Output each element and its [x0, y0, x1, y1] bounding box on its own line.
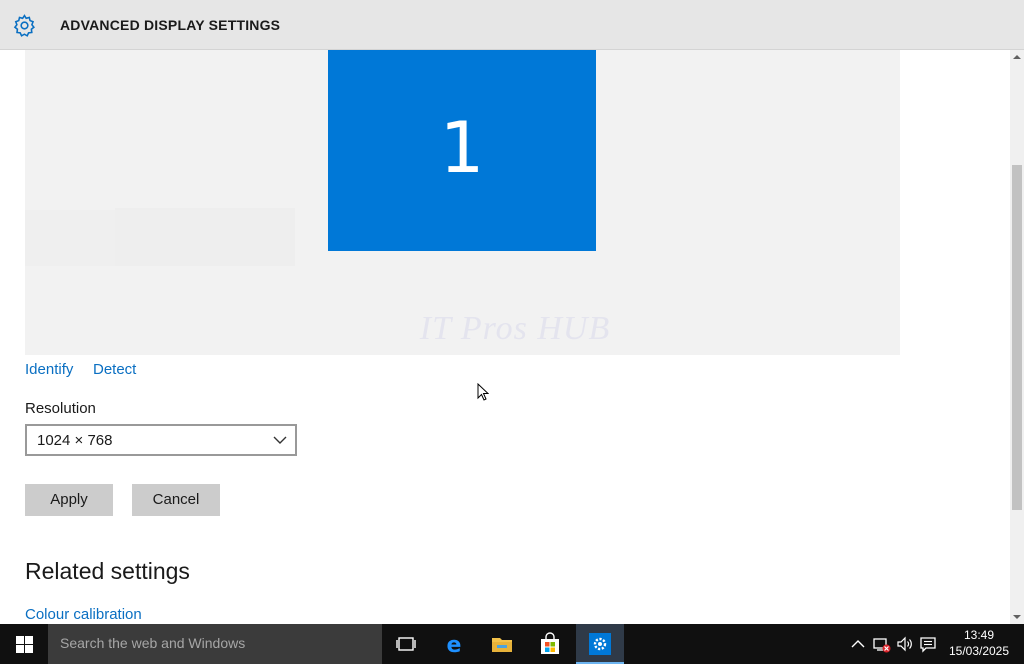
edge-icon: e	[447, 633, 462, 656]
start-button[interactable]	[0, 624, 48, 664]
mouse-pointer-icon	[477, 383, 489, 401]
clock[interactable]: 13:49 15/03/2025	[944, 627, 1014, 659]
file-explorer-icon	[492, 638, 512, 652]
colour-calibration-link[interactable]: Colour calibration	[25, 606, 142, 623]
preview-shade	[25, 210, 115, 266]
settings-taskbar-button[interactable]	[576, 624, 624, 664]
task-view-button[interactable]	[382, 624, 430, 664]
resolution-value: 1024 × 768	[37, 432, 113, 449]
network-disconnected-icon[interactable]	[872, 634, 892, 654]
clock-time: 13:49	[963, 628, 995, 642]
vertical-scrollbar[interactable]	[1010, 50, 1024, 624]
taskbar: Search the web and Windows e 13:49 15/03…	[0, 624, 1024, 664]
scrollbar-thumb[interactable]	[1012, 165, 1022, 510]
search-placeholder: Search the web and Windows	[60, 635, 246, 651]
edge-button[interactable]: e	[430, 624, 478, 664]
identify-link[interactable]: Identify	[25, 361, 73, 378]
task-view-icon	[396, 637, 416, 651]
svg-text:e: e	[447, 633, 462, 656]
watermark: IT Pros HUB	[419, 310, 611, 347]
chevron-up-icon[interactable]	[848, 634, 868, 654]
preview-shade	[115, 208, 295, 266]
cancel-button[interactable]: Cancel	[132, 484, 220, 516]
store-icon	[541, 632, 559, 654]
windows-logo-icon	[16, 636, 33, 653]
scroll-up-icon[interactable]	[1010, 50, 1024, 64]
detect-link[interactable]: Detect	[93, 361, 136, 378]
store-button[interactable]	[526, 624, 574, 664]
apply-button[interactable]: Apply	[25, 484, 113, 516]
monitor-number: 1	[439, 107, 485, 189]
monitor-1-tile[interactable]: 1	[328, 50, 596, 251]
file-explorer-button[interactable]	[478, 624, 526, 664]
display-preview: 1 IT Pros HUB	[25, 50, 900, 355]
volume-icon[interactable]	[895, 634, 915, 654]
chevron-down-icon	[273, 436, 287, 444]
taskbar-search-box[interactable]: Search the web and Windows	[48, 624, 382, 664]
resolution-label: Resolution	[25, 400, 96, 417]
title-bar: ADVANCED DISPLAY SETTINGS	[0, 0, 1024, 50]
related-settings-heading: Related settings	[25, 558, 190, 584]
window-title: ADVANCED DISPLAY SETTINGS	[60, 17, 281, 33]
settings-icon	[589, 633, 611, 655]
scroll-down-icon[interactable]	[1010, 610, 1024, 624]
resolution-dropdown[interactable]: 1024 × 768	[25, 424, 297, 456]
action-center-icon[interactable]	[918, 634, 938, 654]
clock-date: 15/03/2025	[948, 644, 1010, 658]
settings-content: 1 IT Pros HUB Identify Detect Resolution…	[0, 50, 1010, 624]
gear-icon	[13, 14, 35, 37]
